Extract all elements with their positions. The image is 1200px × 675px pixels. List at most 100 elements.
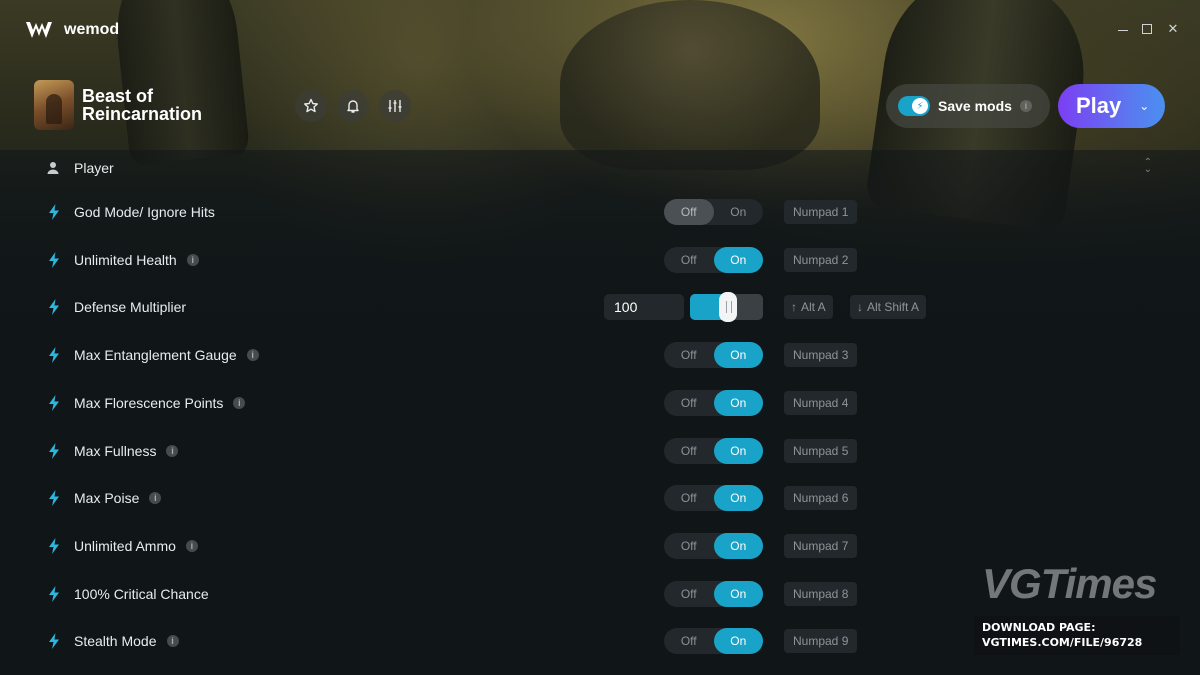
- on-off-toggle[interactable]: Off On: [664, 532, 763, 559]
- on-off-toggle[interactable]: Off On: [664, 246, 763, 273]
- watermark: VGTimes DOWNLOAD PAGE: VGTIMES.COM/FILE/…: [974, 560, 1180, 655]
- hotkey-increase[interactable]: ↑ Alt A: [784, 295, 833, 320]
- info-icon[interactable]: i: [246, 349, 259, 362]
- mod-row: Defense Multiplier 100 ↑ Alt A ↓ Alt Shift A: [0, 283, 1200, 331]
- mod-row: Max Entanglement Gauge i Off On Numpad 3: [0, 331, 1200, 379]
- on-off-toggle[interactable]: Off On: [664, 628, 763, 655]
- toggle-off[interactable]: Off: [664, 247, 714, 273]
- game-cover-image: [34, 80, 74, 130]
- bolt-icon: [48, 251, 60, 268]
- hotkey-button[interactable]: Numpad 4: [784, 390, 858, 415]
- toggle-off[interactable]: Off: [664, 628, 714, 654]
- info-icon[interactable]: i: [186, 253, 199, 266]
- section-header-player[interactable]: Player ⌃ ⌄: [46, 156, 1156, 180]
- toggle-off[interactable]: Off: [664, 438, 714, 464]
- close-icon[interactable]: ✕: [1166, 21, 1180, 36]
- mod-name-label: Unlimited Ammo: [74, 537, 176, 554]
- save-mods-switch[interactable]: ⚡: [898, 96, 930, 116]
- toggle-on[interactable]: On: [713, 389, 763, 416]
- mod-name: Unlimited Health i: [74, 252, 199, 268]
- mod-name: Max Florescence Points i: [74, 394, 246, 411]
- toggle-on[interactable]: On: [713, 580, 763, 607]
- wemod-logo-icon: [26, 22, 52, 38]
- value-input[interactable]: 100: [604, 294, 684, 321]
- bolt-icon: [48, 347, 60, 364]
- hotkey-button[interactable]: Numpad 3: [784, 343, 858, 368]
- info-icon[interactable]: i: [166, 444, 179, 457]
- mod-name-label: Max Fullness: [74, 442, 157, 459]
- favorite-button[interactable]: [295, 90, 327, 122]
- mod-name: Max Poise i: [74, 490, 162, 507]
- play-button[interactable]: Play ⌄: [1058, 84, 1165, 128]
- save-mods-toggle[interactable]: ⚡ Save mods i: [886, 84, 1050, 128]
- on-off-toggle[interactable]: Off On: [664, 437, 763, 464]
- arrow-down-icon: ↓: [857, 300, 863, 315]
- section-title: Player: [74, 160, 114, 176]
- toggle-on[interactable]: On: [713, 342, 763, 369]
- mod-row: Max Florescence Points i Off On Numpad 4: [0, 379, 1200, 427]
- mod-name-label: Stealth Mode: [74, 633, 157, 650]
- settings-sliders-button[interactable]: [379, 90, 411, 122]
- bolt-icon: [48, 537, 60, 554]
- mod-row: God Mode/ Ignore Hits Off On Numpad 1: [0, 188, 1200, 236]
- info-icon[interactable]: i: [166, 635, 179, 648]
- hotkey-button[interactable]: Numpad 1: [784, 200, 858, 224]
- toggle-off[interactable]: Off: [664, 485, 714, 511]
- chevron-down-icon[interactable]: ⌄: [1139, 99, 1149, 113]
- bolt-icon: [48, 204, 60, 220]
- watermark-logo: VGTimes: [982, 560, 1157, 607]
- info-icon[interactable]: i: [233, 396, 246, 409]
- on-off-toggle[interactable]: Off On: [664, 342, 763, 369]
- maximize-icon[interactable]: [1142, 24, 1152, 34]
- on-off-toggle[interactable]: Off On: [664, 389, 763, 416]
- slider-handle[interactable]: [718, 292, 737, 323]
- on-off-toggle[interactable]: Off On: [664, 199, 763, 225]
- hotkey-button[interactable]: Numpad 6: [784, 486, 858, 511]
- collapse-icon[interactable]: ⌃ ⌄: [1144, 158, 1152, 175]
- bolt-icon: ⚡: [912, 98, 928, 114]
- toggle-off[interactable]: Off: [664, 581, 714, 607]
- toggle-off[interactable]: Off: [664, 199, 714, 225]
- arrow-up-icon: ↑: [791, 300, 797, 315]
- mod-row: Max Fullness i Off On Numpad 5: [0, 427, 1200, 475]
- info-icon[interactable]: i: [149, 492, 162, 505]
- toggle-on[interactable]: On: [713, 246, 763, 273]
- toggle-on[interactable]: On: [714, 199, 764, 225]
- toggle-on[interactable]: On: [713, 628, 763, 655]
- mod-name-label: Max Poise: [74, 490, 140, 507]
- mod-name-label: 100% Critical Chance: [74, 585, 209, 602]
- toggle-off[interactable]: Off: [664, 342, 714, 368]
- on-off-toggle[interactable]: Off On: [664, 485, 763, 512]
- game-title: Beast of Reincarnation: [82, 86, 203, 124]
- star-icon: [304, 98, 318, 113]
- mod-row: Unlimited Health i Off On Numpad 2: [0, 236, 1200, 284]
- watermark-line-1: DOWNLOAD PAGE:: [982, 621, 1096, 634]
- hotkey-button[interactable]: Numpad 9: [784, 629, 858, 654]
- info-icon[interactable]: i: [185, 539, 198, 552]
- on-off-toggle[interactable]: Off On: [664, 580, 763, 607]
- toggle-on[interactable]: On: [713, 532, 763, 559]
- hotkey-button[interactable]: Numpad 8: [784, 581, 858, 606]
- mod-name: Max Entanglement Gauge i: [74, 347, 259, 363]
- hotkey-button[interactable]: Numpad 7: [784, 533, 858, 558]
- toggle-on[interactable]: On: [713, 485, 763, 512]
- hotkey-decrease[interactable]: ↓ Alt Shift A: [850, 295, 927, 320]
- save-mods-label: Save mods: [938, 98, 1012, 114]
- mod-name: Max Fullness i: [74, 442, 179, 459]
- minimize-icon[interactable]: [1118, 24, 1128, 31]
- toggle-off[interactable]: Off: [664, 533, 714, 559]
- notifications-button[interactable]: [337, 90, 369, 122]
- mod-name-label: Defense Multiplier: [74, 299, 187, 316]
- toggle-off[interactable]: Off: [664, 390, 714, 416]
- mod-name-label: Max Florescence Points: [74, 394, 224, 411]
- info-icon[interactable]: i: [1019, 100, 1032, 112]
- hotkey-button[interactable]: Numpad 2: [784, 247, 858, 272]
- mod-name-label: Unlimited Health: [74, 251, 177, 268]
- bolt-icon: [48, 299, 60, 316]
- bell-icon: [347, 100, 359, 113]
- hotkey-label: Alt Shift A: [867, 300, 920, 315]
- value-slider[interactable]: [690, 292, 763, 323]
- hotkey-button[interactable]: Numpad 5: [784, 438, 858, 463]
- mod-name-label: Max Entanglement Gauge: [74, 347, 237, 364]
- toggle-on[interactable]: On: [713, 437, 763, 464]
